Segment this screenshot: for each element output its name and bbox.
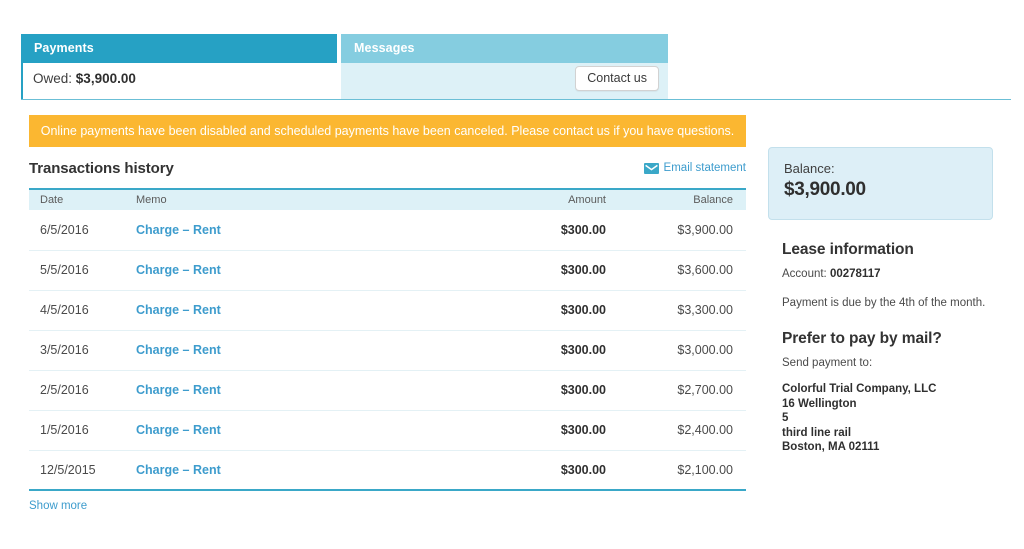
transactions-panel: Transactions history Email statement Dat… [29,160,746,514]
memo-link[interactable]: Charge – Rent [136,463,221,477]
table-row: 3/5/2016 Charge – Rent $300.00 $3,000.00 [29,330,746,371]
email-statement-label: Email statement [663,162,746,174]
transactions-title: Transactions history [29,160,174,177]
cell-date: 6/5/2016 [29,210,125,251]
memo-link[interactable]: Charge – Rent [136,343,221,357]
cell-date: 2/5/2016 [29,370,125,411]
lease-information-section: Lease information Account: 00278117 Paym… [768,241,993,311]
tab-messages-label[interactable]: Messages [341,34,668,63]
cell-balance: $3,000.00 [614,330,746,371]
cell-balance: $2,700.00 [614,370,746,411]
cell-balance: $2,100.00 [614,450,746,491]
cell-date: 3/5/2016 [29,330,125,371]
tab-strip: Payments Owed: $3,900.00 Messages Contac… [0,34,1024,100]
memo-link[interactable]: Charge – Rent [136,223,221,237]
envelope-icon [643,162,659,174]
cell-memo: Charge – Rent [125,210,470,251]
cell-memo: Charge – Rent [125,250,470,291]
column-header-date: Date [29,188,125,210]
cell-date: 5/5/2016 [29,250,125,291]
cell-balance: $3,300.00 [614,290,746,331]
cell-memo: Charge – Rent [125,290,470,331]
cell-balance: $2,400.00 [614,410,746,451]
transactions-table: Date Memo Amount Balance 6/5/2016 Charge … [29,188,746,491]
memo-link[interactable]: Charge – Rent [136,303,221,317]
address-line: Colorful Trial Company, LLC [782,383,937,395]
cell-amount: $300.00 [470,370,614,411]
memo-link[interactable]: Charge – Rent [136,383,221,397]
table-header-row: Date Memo Amount Balance [29,188,746,210]
lease-account-line: Account: 00278117 [782,266,993,282]
cell-memo: Charge – Rent [125,370,470,411]
pay-by-mail-heading: Prefer to pay by mail? [782,330,942,347]
tab-underline-divider [21,99,1011,100]
address-line: 5 [782,412,789,424]
balance-amount: $3,900.00 [784,179,866,200]
contact-us-button[interactable]: Contact us [575,66,659,91]
balance-box: Balance: $3,900.00 [768,147,993,220]
table-row: 4/5/2016 Charge – Rent $300.00 $3,300.00 [29,290,746,331]
table-row: 2/5/2016 Charge – Rent $300.00 $2,700.00 [29,370,746,411]
column-header-balance: Balance [614,188,746,210]
cell-balance: $3,600.00 [614,250,746,291]
address-line: Boston, MA 02111 [782,441,880,453]
sidebar: Balance: $3,900.00 Lease information Acc… [768,147,993,455]
tab-messages-body: Contact us [341,63,668,100]
cell-memo: Charge – Rent [125,330,470,371]
cell-amount: $300.00 [470,410,614,451]
column-header-memo: Memo [125,188,470,210]
payments-disabled-alert: Online payments have been disabled and s… [29,115,746,147]
table-row: 6/5/2016 Charge – Rent $300.00 $3,900.00 [29,210,746,251]
payment-due-note: Payment is due by the 4th of the month. [782,297,986,309]
cell-date: 1/5/2016 [29,410,125,451]
column-header-amount: Amount [470,188,614,210]
table-body: 6/5/2016 Charge – Rent $300.00 $3,900.00 5/5… [29,210,746,491]
cell-date: 4/5/2016 [29,290,125,331]
cell-amount: $300.00 [470,210,614,251]
table-head: Date Memo Amount Balance [29,188,746,210]
tab-payments-body: Owed: $3,900.00 [21,63,337,100]
pay-by-mail-section: Prefer to pay by mail? Send payment to: … [768,330,993,455]
table-row: 5/5/2016 Charge – Rent $300.00 $3,600.00 [29,250,746,291]
memo-link[interactable]: Charge – Rent [136,263,221,277]
account-label: Account: [782,268,827,280]
cell-balance: $3,900.00 [614,210,746,251]
account-number: 00278117 [829,268,881,280]
cell-memo: Charge – Rent [125,410,470,451]
email-statement-link[interactable]: Email statement [643,162,746,174]
balance-label: Balance: [784,161,835,176]
send-payment-to-label: Send payment to: [782,357,873,369]
cell-amount: $300.00 [470,290,614,331]
owed-summary: Owed: $3,900.00 [33,71,136,86]
cell-amount: $300.00 [470,250,614,291]
lease-information-heading: Lease information [782,241,914,258]
address-line: 16 Wellington [782,397,857,410]
cell-amount: $300.00 [470,450,614,491]
show-more-link[interactable]: Show more [29,500,87,512]
table-row: 12/5/2015 Charge – Rent $300.00 $2,100.00 [29,450,746,491]
table-row: 1/5/2016 Charge – Rent $300.00 $2,400.00 [29,410,746,451]
owed-amount: $3,900.00 [75,71,136,86]
tab-payments[interactable]: Payments Owed: $3,900.00 [21,34,337,100]
memo-link[interactable]: Charge – Rent [136,423,221,437]
tab-payments-label[interactable]: Payments [21,34,337,63]
cell-memo: Charge – Rent [125,450,470,491]
tab-messages[interactable]: Messages Contact us [341,34,668,100]
mailing-address: Colorful Trial Company, LLC 16 Wellington… [782,382,993,455]
cell-date: 12/5/2015 [29,450,125,491]
address-line: third line rail [782,426,852,439]
transactions-header: Transactions history Email statement [29,160,746,186]
cell-amount: $300.00 [470,330,614,371]
owed-label: Owed: [33,71,73,86]
